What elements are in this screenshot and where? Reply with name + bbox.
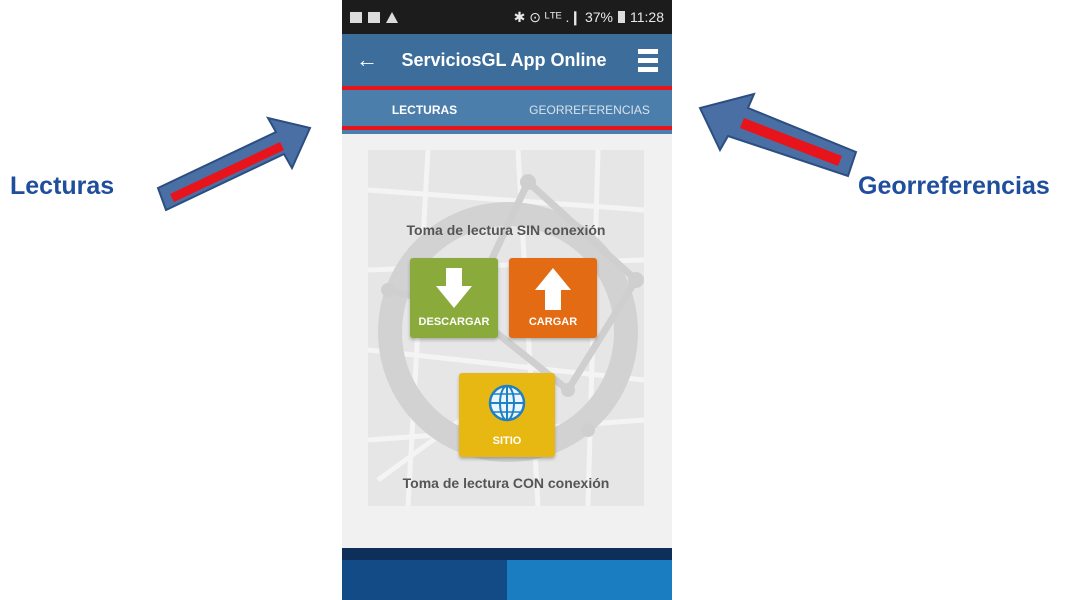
download-arrow-icon xyxy=(436,268,472,308)
phone-screen: ✱ ⊙ ᴸᵀᴱ .❙ 37% 11:28 ← ServiciosGL App O… xyxy=(342,0,672,600)
menu-icon[interactable] xyxy=(638,48,658,72)
globe-icon xyxy=(488,384,526,422)
message-notification-icon xyxy=(368,11,380,23)
tab-georreferencias[interactable]: GEORREFERENCIAS xyxy=(507,103,672,117)
callout-georreferencias-label: Georreferencias xyxy=(858,172,1050,200)
left-callout-arrow-icon xyxy=(156,116,312,212)
cargar-button[interactable]: CARGAR xyxy=(509,258,597,338)
warning-notification-icon xyxy=(386,11,398,23)
image-notification-icon xyxy=(350,11,362,23)
callout-lecturas-label: Lecturas xyxy=(10,172,115,200)
cargar-label: CARGAR xyxy=(528,316,578,328)
descargar-label: DESCARGAR xyxy=(418,316,490,328)
status-indicators: ✱ ⊙ ᴸᵀᴱ .❙ 37% xyxy=(513,8,613,25)
status-bar: ✱ ⊙ ᴸᵀᴱ .❙ 37% 11:28 xyxy=(342,0,672,34)
tab-bar: LECTURAS GEORREFERENCIAS xyxy=(342,86,672,134)
main-content: Toma de lectura SIN conexión DESCARGAR C… xyxy=(342,134,672,548)
map-background-card: Toma de lectura SIN conexión DESCARGAR C… xyxy=(368,150,644,506)
offline-heading: Toma de lectura SIN conexión xyxy=(406,222,606,238)
status-notification-icons xyxy=(350,11,398,23)
app-title: ServiciosGL App Online xyxy=(401,49,607,70)
descargar-button[interactable]: DESCARGAR xyxy=(410,258,498,338)
online-heading: Toma de lectura CON conexión xyxy=(402,475,610,491)
bottom-banner xyxy=(342,548,672,600)
tab-lecturas[interactable]: LECTURAS xyxy=(342,103,507,117)
status-time: 11:28 xyxy=(630,9,664,25)
app-bar: ← ServiciosGL App Online xyxy=(342,34,672,86)
battery-icon xyxy=(618,11,625,23)
back-arrow-icon[interactable]: ← xyxy=(356,47,390,73)
right-callout-arrow-icon xyxy=(698,92,858,178)
sitio-label: SITIO xyxy=(492,435,522,447)
upload-arrow-icon xyxy=(535,268,571,310)
sitio-button[interactable]: SITIO xyxy=(459,373,555,457)
